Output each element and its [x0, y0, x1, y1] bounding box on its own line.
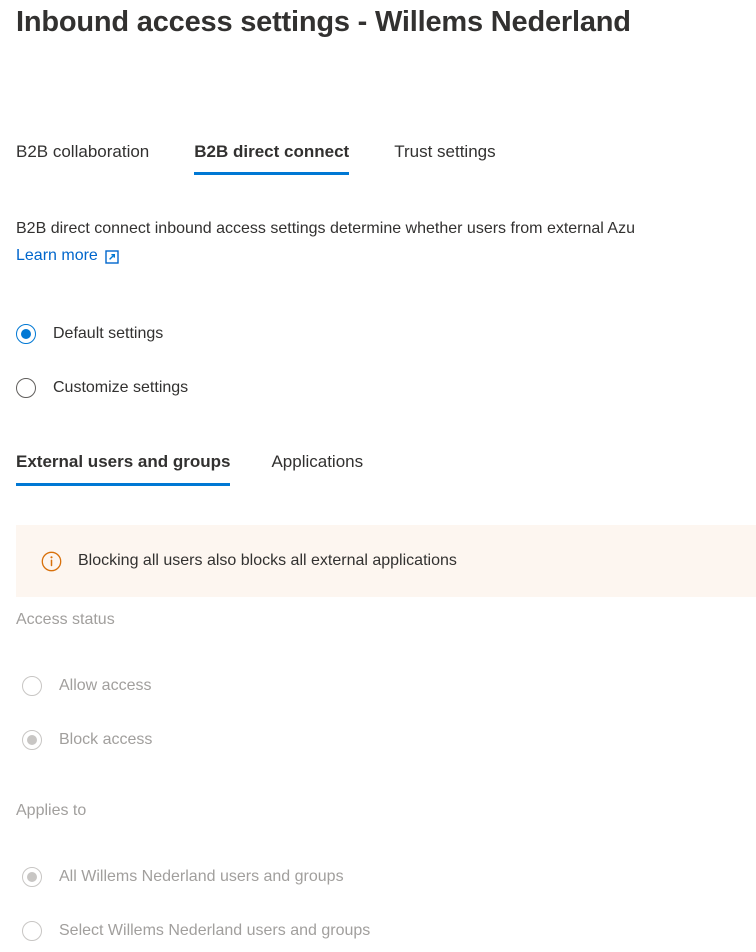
learn-more-row: Learn more — [16, 245, 119, 267]
radio-all-users-and-groups-label: All Willems Nederland users and groups — [59, 868, 344, 885]
radio-default-settings[interactable]: Default settings — [16, 324, 163, 344]
subtab-applications[interactable]: Applications — [271, 452, 363, 486]
radio-block-access[interactable]: Block access — [22, 730, 152, 750]
radio-customize-settings[interactable]: Customize settings — [16, 378, 188, 398]
applies-to-label: Applies to — [16, 802, 87, 819]
external-link-icon[interactable] — [105, 250, 119, 264]
radio-customize-settings-mark[interactable] — [16, 378, 36, 398]
radio-select-users-and-groups[interactable]: Select Willems Nederland users and group… — [22, 921, 370, 941]
pivot-tablist: B2B collaboration B2B direct connect Tru… — [16, 142, 496, 175]
radio-block-access-mark[interactable] — [22, 730, 42, 750]
tab-b2b-direct-connect[interactable]: B2B direct connect — [194, 142, 349, 175]
subpivot-tablist: External users and groups Applications — [16, 452, 404, 486]
radio-select-users-and-groups-mark[interactable] — [22, 921, 42, 941]
radio-block-access-label: Block access — [59, 731, 153, 748]
info-banner: Blocking all users also blocks all exter… — [16, 525, 756, 597]
radio-allow-access[interactable]: Allow access — [22, 676, 151, 696]
radio-all-users-and-groups[interactable]: All Willems Nederland users and groups — [22, 867, 344, 887]
radio-customize-settings-label: Customize settings — [53, 379, 189, 396]
info-banner-message: Blocking all users also blocks all exter… — [78, 552, 457, 569]
radio-default-settings-mark[interactable] — [16, 324, 36, 344]
description-text: B2B direct connect inbound access settin… — [16, 220, 635, 237]
radio-allow-access-label: Allow access — [59, 677, 152, 694]
radio-allow-access-mark[interactable] — [22, 676, 42, 696]
radio-select-users-and-groups-label: Select Willems Nederland users and group… — [59, 922, 371, 939]
subtab-external-users-and-groups[interactable]: External users and groups — [16, 452, 231, 486]
info-circle-icon — [41, 551, 62, 572]
radio-default-settings-label: Default settings — [53, 325, 164, 342]
learn-more-link[interactable]: Learn more — [16, 245, 98, 267]
page-title: Inbound access settings - Willems Nederl… — [16, 6, 631, 38]
tab-b2b-collaboration[interactable]: B2B collaboration — [16, 142, 149, 175]
radio-all-users-and-groups-mark[interactable] — [22, 867, 42, 887]
access-status-label: Access status — [16, 611, 115, 628]
tab-trust-settings[interactable]: Trust settings — [394, 142, 495, 175]
